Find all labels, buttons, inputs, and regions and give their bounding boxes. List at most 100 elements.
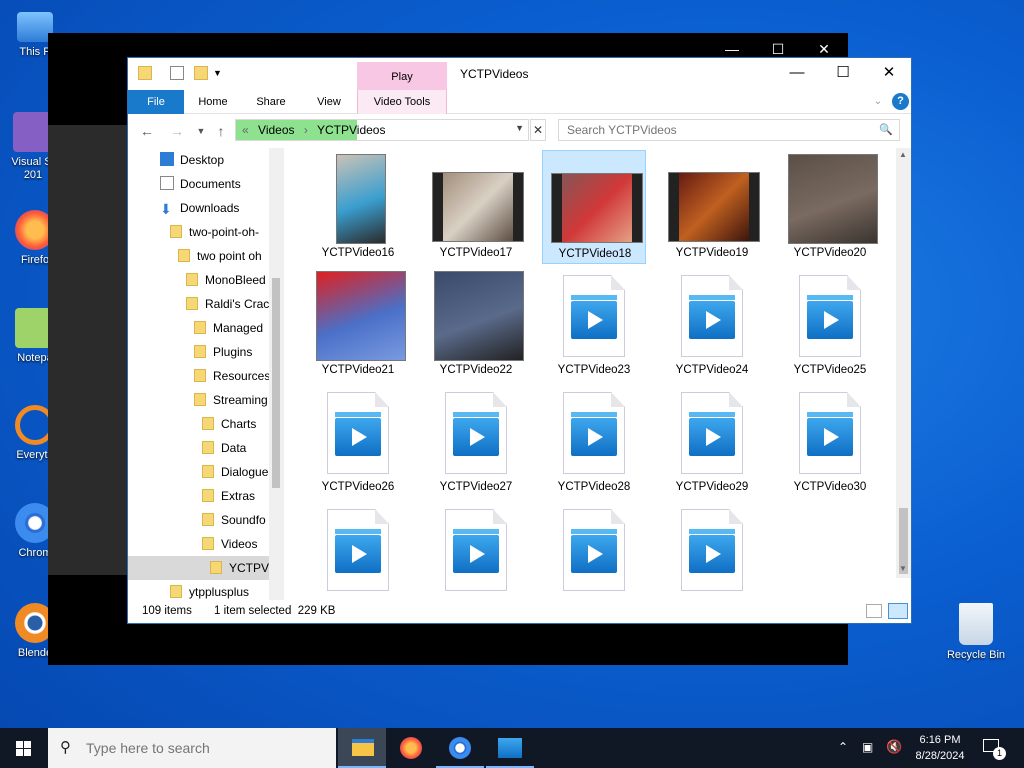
- file-item[interactable]: YCTPVideo28: [542, 384, 646, 498]
- nav-item[interactable]: Extras: [202, 484, 255, 508]
- help-icon[interactable]: ?: [892, 93, 909, 110]
- action-center-button[interactable]: 1: [980, 736, 1006, 760]
- nav-item[interactable]: two point oh: [178, 244, 262, 268]
- file-item[interactable]: [424, 501, 528, 600]
- breadcrumb-separator: ›: [303, 123, 308, 137]
- nav-item-label: Data: [221, 441, 247, 455]
- folder-icon: [194, 393, 206, 406]
- taskbar-search-input[interactable]: [86, 737, 326, 759]
- close-button[interactable]: ✕: [866, 58, 912, 88]
- file-item[interactable]: YCTPVideo26: [306, 384, 410, 498]
- back-arrow-icon[interactable]: ←: [138, 122, 156, 140]
- tab-file[interactable]: File: [128, 90, 184, 114]
- nav-scroll-thumb[interactable]: [272, 278, 280, 488]
- scroll-down-icon[interactable]: ▼: [899, 564, 907, 573]
- file-item[interactable]: YCTPVideo24: [660, 267, 764, 381]
- breadcrumb-overflow[interactable]: «: [242, 123, 249, 137]
- file-item[interactable]: YCTPVideo18: [542, 150, 646, 264]
- taskbar-media-player[interactable]: [486, 728, 534, 768]
- file-item[interactable]: YCTPVideo17: [424, 150, 528, 264]
- nav-item-label: Streaming: [213, 393, 268, 407]
- nav-scrollbar[interactable]: [269, 148, 284, 600]
- minimize-button[interactable]: —: [774, 58, 820, 88]
- volume-muted-icon[interactable]: 🔇: [886, 739, 902, 755]
- file-item[interactable]: [306, 501, 410, 600]
- nav-item[interactable]: Videos: [202, 532, 257, 556]
- maximize-button[interactable]: ☐: [820, 58, 866, 88]
- address-dropdown-icon[interactable]: ▼: [515, 123, 524, 133]
- nav-item[interactable]: ytpplusplus: [170, 580, 249, 600]
- properties-icon[interactable]: [170, 66, 184, 80]
- taskbar-firefox[interactable]: [386, 728, 434, 768]
- large-icons-view-icon[interactable]: [888, 603, 908, 619]
- title-bar[interactable]: ▼ Play YCTPVideos — ☐ ✕: [128, 58, 912, 91]
- details-view-icon[interactable]: [866, 604, 882, 618]
- taskbar-chrome[interactable]: [436, 728, 484, 768]
- file-item[interactable]: YCTPVideo20: [778, 150, 882, 264]
- nav-item[interactable]: YCTPVi: [210, 556, 271, 580]
- file-item[interactable]: [542, 501, 646, 600]
- file-item[interactable]: YCTPVideo29: [660, 384, 764, 498]
- video-file-icon: [666, 505, 758, 595]
- nav-item[interactable]: Plugins: [194, 340, 252, 364]
- nav-item[interactable]: two-point-oh-: [170, 220, 259, 244]
- scroll-up-icon[interactable]: ▲: [899, 150, 907, 159]
- nav-item[interactable]: Resources: [194, 364, 270, 388]
- tab-share[interactable]: Share: [248, 90, 294, 114]
- nav-item[interactable]: Dialogue: [202, 460, 268, 484]
- up-arrow-icon[interactable]: ↑: [212, 122, 230, 140]
- file-name: YCTPVideo24: [675, 364, 749, 376]
- nav-item[interactable]: Documents: [160, 172, 241, 196]
- content-scrollbar[interactable]: ▲ ▼: [896, 148, 911, 578]
- file-item[interactable]: [660, 501, 764, 600]
- tab-view[interactable]: View: [306, 90, 352, 114]
- video-file-icon: [784, 388, 876, 478]
- nav-item[interactable]: Soundfo: [202, 508, 266, 532]
- item-count: 109 items: [142, 605, 192, 617]
- recycle-bin-icon[interactable]: Recycle Bin: [938, 603, 1014, 662]
- nav-item[interactable]: ⬇ Downloads: [160, 196, 239, 220]
- taskbar: ⚲ ⌃ ▣ 🔇 6:16 PM 8/28/2024 1: [0, 728, 1024, 768]
- nav-item[interactable]: Desktop: [160, 148, 224, 172]
- file-item[interactable]: YCTPVideo16: [306, 150, 410, 264]
- folder-icon: [194, 345, 206, 358]
- search-box[interactable]: 🔍: [558, 119, 900, 141]
- folder-icon: [202, 489, 214, 502]
- start-button[interactable]: [0, 728, 48, 768]
- file-item[interactable]: YCTPVideo25: [778, 267, 882, 381]
- file-item[interactable]: YCTPVideo30: [778, 384, 882, 498]
- nav-item-label: MonoBleed: [205, 273, 266, 287]
- tab-home[interactable]: Home: [190, 90, 236, 114]
- network-icon[interactable]: ▣: [862, 740, 873, 754]
- new-folder-icon[interactable]: [194, 66, 208, 80]
- breadcrumb-videos[interactable]: Videos: [258, 123, 294, 137]
- nav-item[interactable]: Raldi's Crac: [186, 292, 269, 316]
- taskbar-search[interactable]: ⚲: [48, 728, 336, 768]
- forward-arrow-icon[interactable]: →: [168, 122, 186, 140]
- nav-item[interactable]: Streaming: [194, 388, 268, 412]
- taskbar-file-explorer[interactable]: [338, 728, 386, 768]
- file-item[interactable]: YCTPVideo27: [424, 384, 528, 498]
- file-item[interactable]: YCTPVideo19: [660, 150, 764, 264]
- nav-item[interactable]: Managed: [194, 316, 263, 340]
- file-item[interactable]: YCTPVideo22: [424, 267, 528, 381]
- search-input[interactable]: [559, 120, 859, 140]
- show-hidden-icons-icon[interactable]: ⌃: [838, 740, 848, 754]
- documents-icon: [160, 176, 174, 190]
- file-name: YCTPVideo26: [321, 481, 395, 493]
- quick-access-dropdown-icon[interactable]: ▼: [213, 66, 227, 80]
- nav-item[interactable]: MonoBleed: [186, 268, 266, 292]
- nav-item[interactable]: Charts: [202, 412, 256, 436]
- file-item[interactable]: YCTPVideo23: [542, 267, 646, 381]
- file-item[interactable]: YCTPVideo21: [306, 267, 410, 381]
- breadcrumb-yctpvideos[interactable]: YCTPVideos: [317, 123, 385, 137]
- ribbon-tabs: File Home Share View Video Tools ⌄ ?: [128, 90, 911, 114]
- clock[interactable]: 6:16 PM 8/28/2024: [910, 732, 970, 764]
- nav-item[interactable]: Data: [202, 436, 246, 460]
- expand-ribbon-icon[interactable]: ⌄: [870, 90, 886, 114]
- address-bar[interactable]: « Videos › YCTPVideos ▼: [235, 119, 529, 141]
- play-contextual-tab[interactable]: Play: [357, 62, 447, 91]
- tab-video-tools[interactable]: Video Tools: [357, 90, 447, 114]
- clear-address-icon[interactable]: ✕: [530, 119, 546, 141]
- recent-locations-icon[interactable]: ▼: [192, 122, 210, 140]
